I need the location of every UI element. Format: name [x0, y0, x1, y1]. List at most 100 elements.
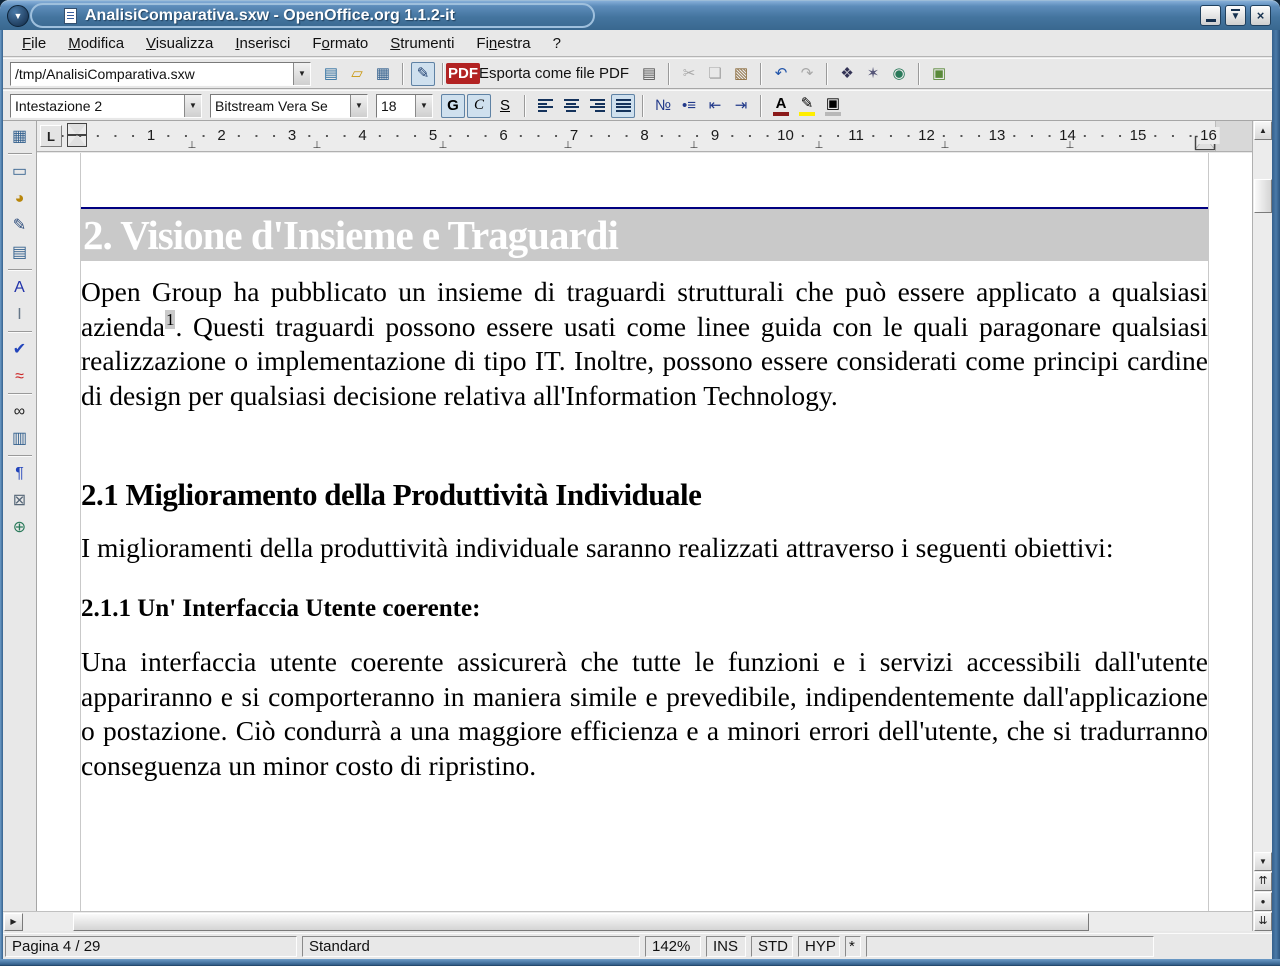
menu-visualizza[interactable]: Visualizza	[135, 32, 224, 55]
cut-button[interactable]: ✂	[677, 62, 701, 86]
vertical-scrollbar[interactable]: ▲ ▼ ⇈ ● ⇊	[1252, 121, 1272, 931]
online-layout-button[interactable]: ⊕	[6, 514, 34, 541]
chevron-down-icon[interactable]: ▼	[350, 95, 367, 117]
title-bar[interactable]: ▼ AnalisiComparativa.sxw - OpenOffice.or…	[0, 0, 1280, 30]
chevron-down-icon[interactable]: ▼	[293, 63, 310, 85]
increase-indent-button[interactable]: ⇥	[729, 94, 753, 118]
highlight-button[interactable]: ✎	[795, 94, 819, 118]
open-document-button[interactable]: ▱	[345, 62, 369, 86]
draw-functions-button[interactable]: ✎	[6, 212, 34, 239]
tab-stop-marker[interactable]: ⊥	[313, 140, 322, 151]
nonprinting-chars-button[interactable]: ¶	[6, 460, 34, 487]
tab-type-selector[interactable]: L	[40, 125, 62, 147]
save-document-button[interactable]: ▦	[371, 62, 395, 86]
bold-button[interactable]: G	[441, 94, 465, 118]
paste-button[interactable]: ▧	[729, 62, 753, 86]
new-document-button[interactable]: ▤	[319, 62, 343, 86]
find-replace-button[interactable]: ∞	[6, 398, 34, 425]
insert-table-button[interactable]: ▦	[6, 123, 34, 150]
align-left-button[interactable]	[533, 94, 557, 118]
insert-frame-button[interactable]: ▭	[6, 158, 34, 185]
tab-stop-marker[interactable]: ⊥	[1066, 140, 1075, 151]
copy-button[interactable]: ❏	[703, 62, 727, 86]
document-view[interactable]: 2. Visione d'Insieme e Traguardi Open Gr…	[37, 153, 1252, 911]
spellcheck-button[interactable]: ✔	[6, 336, 34, 363]
size-value: 18	[377, 95, 415, 117]
close-button[interactable]: ×	[1250, 5, 1271, 26]
horizontal-ruler[interactable]: L 12345678910111213141516⊥⊥⊥⊥⊥⊥⊥⊥	[37, 121, 1252, 152]
paragraph-style-combobox[interactable]: Intestazione 2 ▼	[10, 94, 202, 118]
paragraph-background-button[interactable]: ▣	[821, 94, 845, 118]
ruler-number: 8	[637, 127, 651, 144]
menu-strumenti[interactable]: Strumenti	[379, 32, 465, 55]
gallery-button[interactable]: ◉	[887, 62, 911, 86]
direct-cursor-button[interactable]: I	[6, 301, 34, 328]
justify-button[interactable]	[611, 94, 635, 118]
scroll-up-button[interactable]: ▲	[1254, 121, 1272, 140]
menu-aiuto[interactable]: ?	[542, 32, 572, 55]
menu-inserisci[interactable]: Inserisci	[224, 32, 301, 55]
status-hyperlink-mode[interactable]: HYP	[798, 936, 840, 957]
menu-finestra[interactable]: Finestra	[465, 32, 541, 55]
tab-stop-marker[interactable]: ⊥	[188, 140, 197, 151]
font-name-combobox[interactable]: Bitstream Vera Se ▼	[210, 94, 368, 118]
insert-object-button[interactable]: ◕	[6, 185, 34, 212]
align-right-button[interactable]	[585, 94, 609, 118]
status-zoom-level[interactable]: 142%	[645, 936, 701, 957]
insert-fields-button[interactable]: A	[6, 274, 34, 301]
status-page-number[interactable]: Pagina 4 / 29	[5, 936, 297, 957]
first-line-indent-marker[interactable]	[68, 124, 86, 135]
print-button[interactable]: ▤	[637, 62, 661, 86]
tab-stop-marker[interactable]: ⊥	[815, 140, 824, 151]
menu-modifica[interactable]: Modifica	[57, 32, 135, 55]
edit-file-button[interactable]: ✎	[411, 62, 435, 86]
horizontal-scroll-thumb[interactable]	[73, 913, 1089, 931]
form-functions-button[interactable]: ▤	[6, 239, 34, 266]
window-menu-button[interactable]: ▼	[7, 5, 29, 27]
horizontal-scrollbar[interactable]: ◀ ▶	[3, 911, 1252, 931]
navigation-button[interactable]: ●	[1254, 892, 1272, 911]
url-combobox[interactable]: /tmp/AnalisiComparativa.sxw ▼	[10, 62, 311, 86]
numbered-list-button[interactable]: №	[651, 94, 675, 118]
tab-stop-marker[interactable]: ⊥	[439, 140, 448, 151]
status-selection-mode[interactable]: STD	[751, 936, 793, 957]
undo-button[interactable]: ↶	[769, 62, 793, 86]
export-pdf-button[interactable]: PDF	[451, 62, 475, 86]
chevron-down-icon[interactable]: ▼	[184, 95, 201, 117]
bullet-list-button[interactable]: •≡	[677, 94, 701, 118]
previous-page-button[interactable]: ⇈	[1254, 872, 1272, 891]
next-page-button[interactable]: ⇊	[1254, 912, 1272, 931]
tab-stop-marker[interactable]: ⊥	[690, 140, 699, 151]
decrease-indent-icon: ⇤	[709, 98, 722, 113]
footnote-reference[interactable]: 1	[165, 310, 176, 329]
navigator-button[interactable]: ❖	[835, 62, 859, 86]
insert-picture-button[interactable]: ▣	[927, 62, 951, 86]
tab-stop-marker[interactable]: ⊥	[564, 140, 573, 151]
hyperlink-dialog-button[interactable]: ✶	[861, 62, 885, 86]
graphics-onoff-button[interactable]: ⊠	[6, 487, 34, 514]
scroll-down-button[interactable]: ▼	[1254, 852, 1272, 871]
decrease-indent-button[interactable]: ⇤	[703, 94, 727, 118]
italic-button[interactable]: C	[467, 94, 491, 118]
align-center-button[interactable]	[559, 94, 583, 118]
scroll-right-button[interactable]: ▶	[4, 913, 23, 931]
auto-spellcheck-button[interactable]: ≈	[6, 363, 34, 390]
font-size-combobox[interactable]: 18 ▼	[376, 94, 433, 118]
maximize-button[interactable]: ▼	[1225, 5, 1246, 26]
image-cross-icon: ⊠	[13, 493, 26, 509]
left-indent-marker[interactable]	[68, 135, 86, 146]
underline-button[interactable]: S	[493, 94, 517, 118]
data-sources-button[interactable]: ▥	[6, 425, 34, 452]
status-insert-mode[interactable]: INS	[706, 936, 746, 957]
document-canvas[interactable]: 2. Visione d'Insieme e Traguardi Open Gr…	[81, 153, 1208, 783]
redo-button[interactable]: ↷	[795, 62, 819, 86]
font-color-button[interactable]: A	[769, 94, 793, 118]
chevron-down-icon[interactable]: ▼	[415, 95, 432, 117]
tab-stop-marker[interactable]: ⊥	[941, 140, 950, 151]
vertical-scroll-thumb[interactable]	[1254, 179, 1272, 213]
heading-chapter: 2. Visione d'Insieme e Traguardi	[81, 207, 1208, 261]
menu-file[interactable]: File	[11, 32, 57, 55]
menu-formato[interactable]: Formato	[301, 32, 379, 55]
minimize-button[interactable]	[1200, 5, 1221, 26]
status-page-style[interactable]: Standard	[302, 936, 640, 957]
